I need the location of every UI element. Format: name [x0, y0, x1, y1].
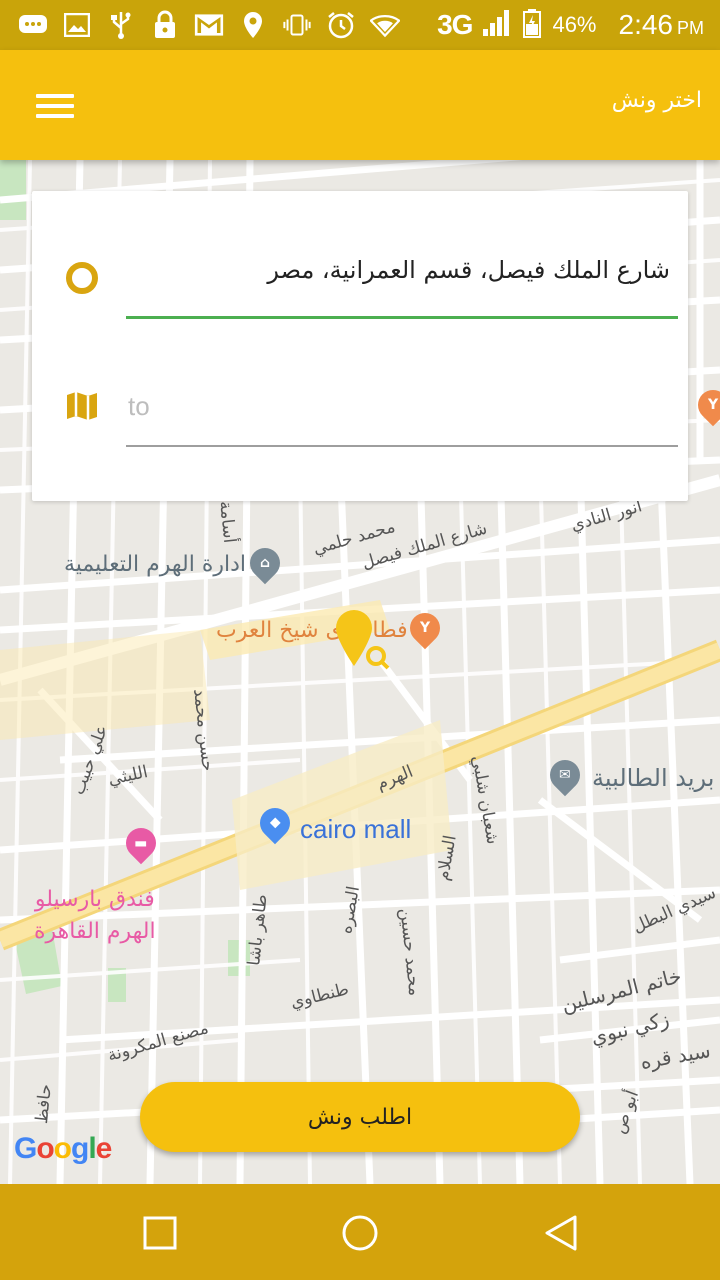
- clock: 2:46 PM: [619, 9, 705, 41]
- alarm-icon: [326, 10, 356, 40]
- origin-input[interactable]: [126, 241, 678, 319]
- status-bar: 3G 46% 2:46 PM: [0, 0, 720, 50]
- hotel-name-line1: فندق بارسيلو: [34, 887, 155, 912]
- map-icon: [66, 391, 98, 421]
- gmail-icon: [194, 10, 224, 40]
- home-circle-icon[interactable]: [335, 1208, 385, 1258]
- hamburger-menu-icon[interactable]: [36, 90, 74, 120]
- map-label-post-office: بريد الطالبية: [592, 764, 715, 792]
- notification-icons: [18, 8, 400, 42]
- network-type-label: 3G: [437, 9, 473, 40]
- wifi-icon: [370, 10, 400, 40]
- google-attribution: Google: [14, 1132, 112, 1165]
- recents-square-icon[interactable]: [135, 1208, 185, 1258]
- clock-ampm: PM: [677, 18, 704, 38]
- navigation-bar: [0, 1184, 720, 1280]
- hotel-name-line2: الهرم القاهرة: [34, 919, 156, 944]
- status-indicators: 3G 46% 2:46 PM: [437, 8, 704, 42]
- selected-location-pin[interactable]: [334, 608, 390, 670]
- map-label-street-hafez: حافظ: [31, 1083, 57, 1125]
- request-tow-button[interactable]: اطلب ونش: [140, 1082, 580, 1152]
- back-triangle-icon[interactable]: [536, 1208, 586, 1258]
- signal-icon: [482, 9, 512, 42]
- map-label-hotel: فندق بارسيلو الهرم القاهرة: [34, 884, 156, 948]
- app-title: اختر ونش: [611, 88, 702, 113]
- battery-percent: 46%: [552, 12, 597, 37]
- map-label-mall: cairo mall: [300, 814, 412, 844]
- chat-icon: [18, 10, 48, 40]
- lock-icon: [150, 10, 180, 40]
- image-icon: [62, 10, 92, 40]
- vibrate-icon: [282, 10, 312, 40]
- location-icon: [238, 10, 268, 40]
- battery-icon: [522, 8, 542, 43]
- route-card: [32, 191, 688, 501]
- usb-icon: [106, 10, 136, 40]
- app-bar: اختر ونش: [0, 50, 720, 160]
- origin-circle-icon: [66, 262, 98, 294]
- map-label-education-admin: ادارة الهرم التعليمية: [64, 552, 247, 577]
- map-label-street-osama: أسامة: [215, 499, 240, 545]
- clock-time: 2:46: [618, 9, 674, 40]
- destination-input[interactable]: [126, 377, 678, 447]
